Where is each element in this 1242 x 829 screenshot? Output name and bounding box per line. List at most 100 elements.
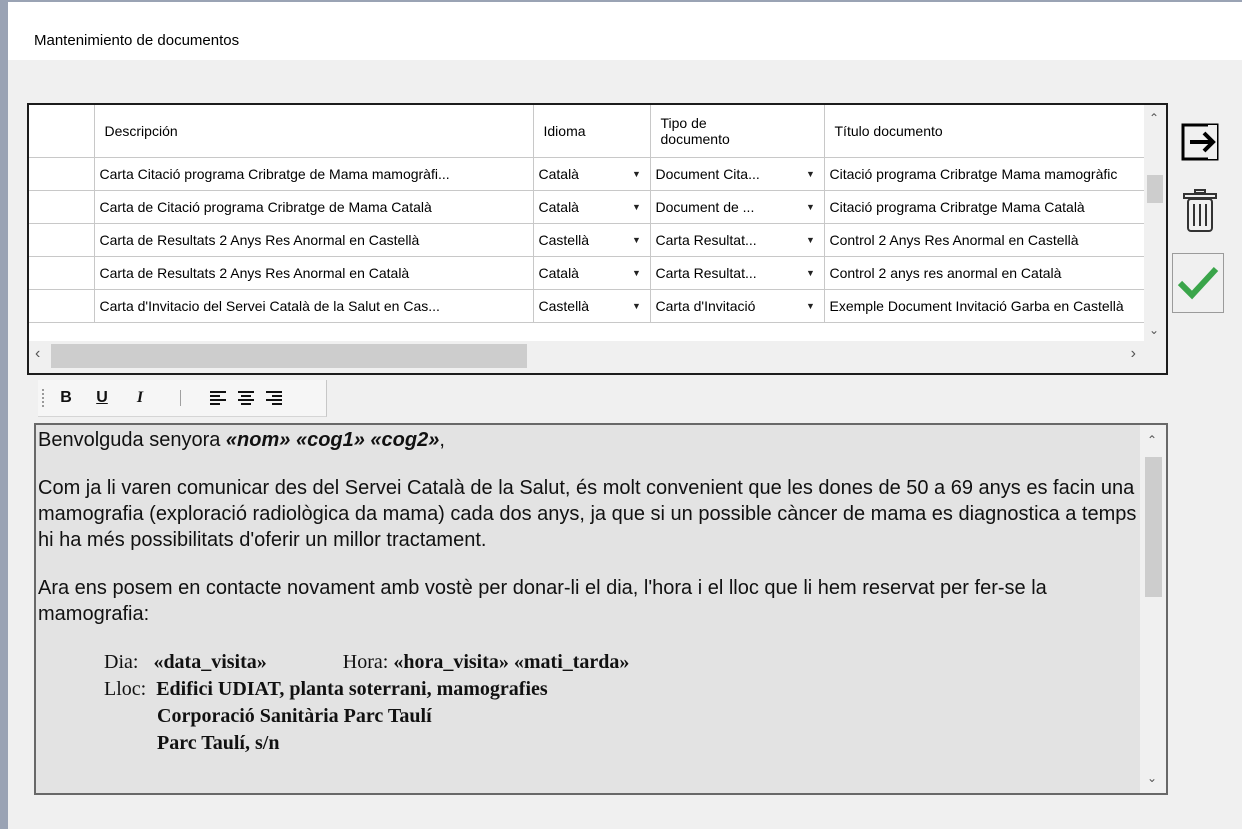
cell-idioma[interactable]: Català ▼ [533, 190, 651, 224]
row-header[interactable] [29, 223, 95, 257]
lloc-line-1: Edifici UDIAT, planta soterrani, mamogra… [156, 678, 548, 700]
header-row: Descripción Idioma Tipo de documento Tít… [29, 105, 1149, 158]
table-row[interactable]: Carta de Resultats 2 Anys Res Anormal en… [29, 223, 1149, 257]
scroll-right-icon[interactable]: › [1131, 345, 1136, 363]
align-center-button[interactable] [234, 386, 258, 410]
cell-tipo[interactable]: Document Cita... ▼ [650, 157, 825, 191]
format-toolbar: B U I [38, 380, 327, 417]
cell-descripcion[interactable]: Carta de Resultats 2 Anys Res Anormal en… [94, 223, 534, 257]
cell-descripcion[interactable]: Carta de Citació programa Cribratge de M… [94, 190, 534, 224]
editor-vertical-scrollbar[interactable]: ⌃ ⌄ [1140, 425, 1166, 793]
checkmark-icon [1176, 259, 1220, 308]
align-right-button[interactable] [262, 386, 286, 410]
dropdown-arrow-icon[interactable]: ▼ [798, 257, 824, 289]
paragraph-2: Ara ens posem en contacte novament amb v… [38, 577, 1047, 625]
row-header-corner [29, 105, 95, 158]
cell-tipo[interactable]: Carta Resultat... ▼ [650, 256, 825, 290]
dropdown-arrow-icon[interactable]: ▼ [624, 224, 650, 256]
lloc-line-2-wrap: Corporació Sanitària Parc Taulí [104, 703, 1142, 730]
cell-tipo[interactable]: Carta d'Invitació ▼ [650, 289, 825, 323]
cell-descripcion[interactable]: Carta de Resultats 2 Anys Res Anormal en… [94, 256, 534, 290]
underline-button[interactable]: U [90, 386, 114, 410]
cell-idioma[interactable]: Català ▼ [533, 157, 651, 191]
scroll-down-icon[interactable]: ⌄ [1149, 323, 1159, 337]
align-center-icon [238, 391, 254, 405]
dropdown-arrow-icon[interactable]: ▼ [798, 158, 824, 190]
documents-grid[interactable]: Descripción Idioma Tipo de documento Tít… [27, 103, 1168, 375]
column-header-descripcion[interactable]: Descripción [94, 105, 534, 158]
cell-titulo[interactable]: Control 2 anys res anormal en Català [824, 256, 1149, 290]
table-row[interactable]: Carta d'Invitacio del Servei Català de l… [29, 289, 1149, 323]
document-editor[interactable]: Benvolguda senyora «nom» «cog1» «cog2», … [34, 423, 1168, 795]
row-header[interactable] [29, 289, 95, 323]
italic-button[interactable]: I [128, 386, 152, 410]
dropdown-arrow-icon[interactable]: ▼ [798, 290, 824, 322]
hora-value: «hora_visita» «mati_tarda» [393, 651, 630, 673]
window-title: Mantenimiento de documentos [34, 32, 240, 49]
exit-button[interactable] [1178, 122, 1222, 166]
lloc-line-3-wrap: Parc Taulí, s/n [104, 730, 1142, 757]
cell-idioma[interactable]: Català ▼ [533, 256, 651, 290]
grid-horizontal-scrollbar[interactable]: ‹ › [29, 341, 1166, 373]
table-row[interactable]: Carta Citació programa Cribratge de Mama… [29, 157, 1149, 191]
dropdown-arrow-icon[interactable]: ▼ [624, 257, 650, 289]
cell-tipo[interactable]: Document de ... ▼ [650, 190, 825, 224]
cell-titulo[interactable]: Citació programa Cribratge Mama Català [824, 190, 1149, 224]
cell-descripcion[interactable]: Carta d'Invitacio del Servei Català de l… [94, 289, 534, 323]
dia-value: «data_visita» [153, 651, 267, 673]
dropdown-arrow-icon[interactable]: ▼ [798, 191, 824, 223]
scroll-thumb[interactable] [1147, 175, 1163, 203]
paragraph-1: Com ja li varen comunicar des del Servei… [38, 477, 1137, 551]
align-left-icon [210, 391, 226, 405]
dia-label: Dia: [104, 651, 139, 673]
row-header[interactable] [29, 157, 95, 191]
editor-scroll-thumb[interactable] [1145, 457, 1162, 597]
cell-titulo[interactable]: Control 2 Anys Res Anormal en Castellà [824, 223, 1149, 257]
dropdown-arrow-icon[interactable]: ▼ [798, 224, 824, 256]
align-right-icon [266, 391, 282, 405]
greeting-line: Benvolguda senyora «nom» «cog1» «cog2», [38, 429, 445, 451]
accept-button[interactable] [1172, 253, 1224, 313]
toolbar-grip[interactable] [42, 389, 46, 407]
lloc-line: Lloc: Edifici UDIAT, planta soterrani, m… [104, 676, 1142, 703]
document-content[interactable]: Benvolguda senyora «nom» «cog1» «cog2», … [38, 427, 1142, 757]
row-header[interactable] [29, 190, 95, 224]
dia-line: Dia: «data_visita» Hora: «hora_visita» «m… [104, 649, 1142, 676]
dropdown-arrow-icon[interactable]: ▼ [624, 290, 650, 322]
cell-titulo[interactable]: Citació programa Cribratge Mama mamogràf… [824, 157, 1149, 191]
scroll-up-icon[interactable]: ⌃ [1149, 111, 1159, 125]
trash-icon [1181, 188, 1219, 239]
dropdown-arrow-icon[interactable]: ▼ [624, 158, 650, 190]
column-header-tipo[interactable]: Tipo de documento [650, 105, 825, 158]
lloc-line-3: Parc Taulí, s/n [157, 732, 280, 754]
column-header-titulo[interactable]: Título documento [824, 105, 1149, 158]
scroll-left-icon[interactable]: ‹ [35, 345, 40, 363]
delete-button[interactable] [1178, 188, 1222, 235]
hora-label: Hora: [342, 651, 389, 673]
dropdown-arrow-icon[interactable]: ▼ [624, 191, 650, 223]
title-bar: Mantenimiento de documentos [8, 2, 1242, 60]
editor-scroll-down-icon[interactable]: ⌄ [1147, 771, 1157, 785]
grid-vertical-scrollbar[interactable]: ⌃ ⌄ [1144, 105, 1166, 341]
documents-table: Descripción Idioma Tipo de documento Tít… [29, 105, 1149, 323]
cell-tipo[interactable]: Carta Resultat... ▼ [650, 223, 825, 257]
cell-idioma[interactable]: Castellà ▼ [533, 223, 651, 257]
lloc-label: Lloc: [104, 678, 147, 700]
cell-idioma[interactable]: Castellà ▼ [533, 289, 651, 323]
table-row[interactable]: Carta de Resultats 2 Anys Res Anormal en… [29, 256, 1149, 290]
row-header[interactable] [29, 256, 95, 290]
lloc-line-2: Corporació Sanitària Parc Taulí [157, 705, 432, 727]
main-window: Mantenimiento de documentos Descripción … [0, 0, 1242, 829]
align-left-button[interactable] [206, 386, 230, 410]
cell-titulo[interactable]: Exemple Document Invitació Garba en Cast… [824, 289, 1149, 323]
cell-descripcion[interactable]: Carta Citació programa Cribratge de Mama… [94, 157, 534, 191]
table-row[interactable]: Carta de Citació programa Cribratge de M… [29, 190, 1149, 224]
exit-icon [1180, 122, 1220, 167]
appointment-block: Dia: «data_visita» Hora: «hora_visita» «m… [38, 649, 1142, 757]
scroll-thumb-horizontal[interactable] [51, 344, 527, 368]
greeting-fields: «nom» «cog1» «cog2» [225, 429, 440, 451]
toolbar-separator [180, 390, 181, 406]
column-header-idioma[interactable]: Idioma [533, 105, 651, 158]
editor-scroll-up-icon[interactable]: ⌃ [1147, 433, 1157, 447]
bold-button[interactable]: B [54, 386, 78, 410]
